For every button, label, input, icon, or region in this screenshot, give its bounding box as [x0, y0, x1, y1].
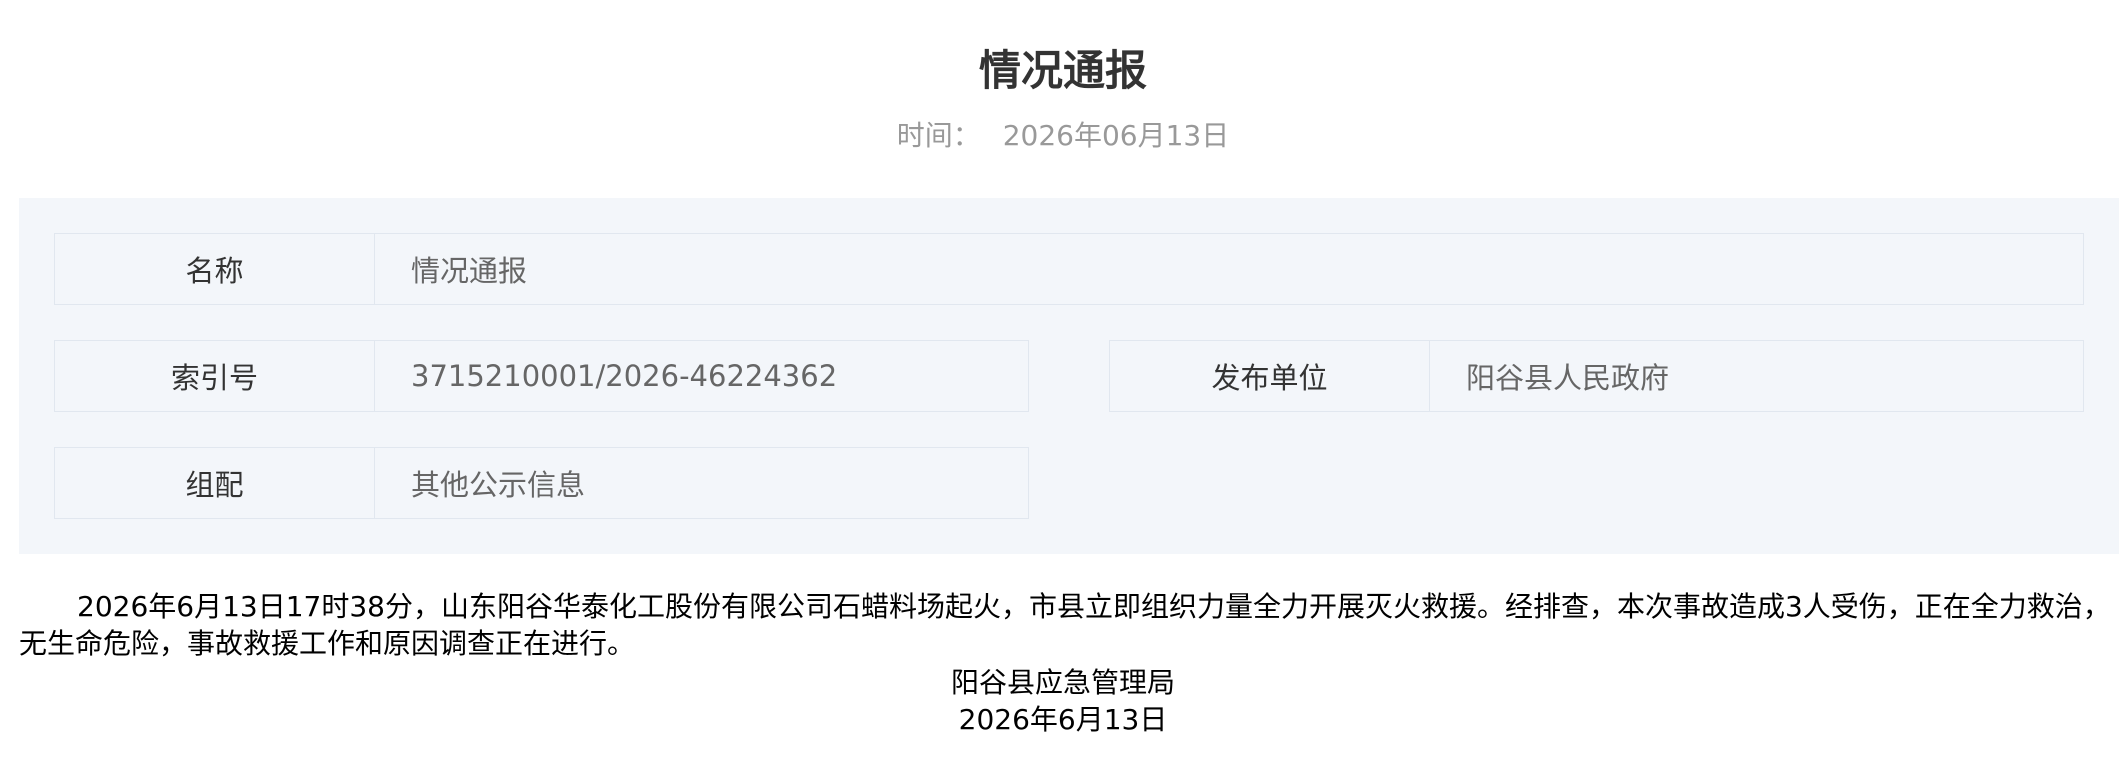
publish-date-label: 时间： [896, 119, 981, 152]
meta-publisher-key: 发布单位 [1110, 341, 1430, 411]
signature-date: 2026年6月13日 [958, 703, 1168, 736]
meta-category-key: 组配 [55, 448, 375, 518]
meta-index-value: 3715210001/2026-46224362 [411, 359, 838, 393]
page-title: 情况通报 [978, 46, 1147, 95]
meta-row-name: 名称 情况通报 [54, 233, 2084, 305]
meta-row-index: 索引号 3715210001/2026-46224362 [54, 340, 1029, 412]
publish-date-value: 2026年06月13日 [1002, 119, 1230, 152]
metadata-panel: 名称 情况通报 索引号 3715210001/2026-46224362 发布单… [19, 198, 2119, 554]
publish-date-line: 时间： 2026年06月13日 [0, 118, 2126, 154]
signature-org: 阳谷县应急管理局 [950, 666, 1175, 699]
meta-category-value: 其他公示信息 [411, 468, 586, 502]
meta-row-category: 组配 其他公示信息 [54, 447, 1029, 519]
article-body: 2026年6月13日17时38分，山东阳谷华泰化工股份有限公司石蜡料场起火，市县… [19, 588, 2119, 662]
meta-publisher-value: 阳谷县人民政府 [1466, 361, 1670, 395]
meta-row-publisher: 发布单位 阳谷县人民政府 [1109, 340, 2084, 412]
meta-index-key: 索引号 [55, 341, 375, 411]
meta-name-value: 情况通报 [411, 254, 528, 288]
article-paragraph: 2026年6月13日17时38分，山东阳谷华泰化工股份有限公司石蜡料场起火，市县… [19, 590, 2111, 660]
meta-name-key: 名称 [55, 234, 375, 304]
